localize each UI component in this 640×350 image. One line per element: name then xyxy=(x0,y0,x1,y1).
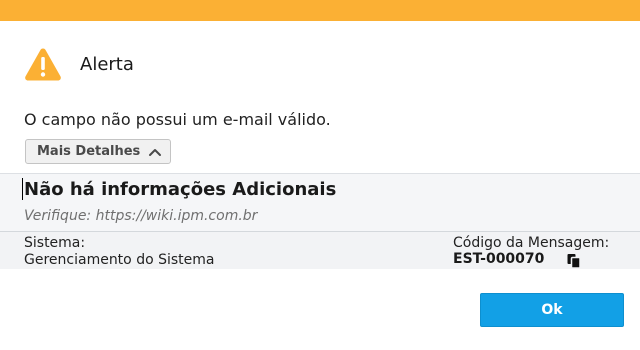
dialog-top-bar xyxy=(0,0,640,21)
details-panel: Não há informações Adicionais Verifique:… xyxy=(0,173,640,269)
verify-link-text: Verifique: https://wiki.ipm.com.br xyxy=(24,208,258,224)
alert-message: O campo não possui um e-mail válido. xyxy=(24,110,331,129)
dialog-header: Alerta xyxy=(24,46,134,82)
message-code-label: Código da Mensagem: xyxy=(453,235,610,251)
more-details-button[interactable]: Mais Detalhes xyxy=(25,139,171,164)
copy-icon[interactable] xyxy=(566,253,582,269)
system-value: Gerenciamento do Sistema xyxy=(24,252,215,268)
more-details-label: Mais Detalhes xyxy=(37,144,141,159)
text-cursor xyxy=(22,178,23,200)
system-label: Sistema: xyxy=(24,235,86,251)
warning-triangle-icon xyxy=(25,48,61,81)
chevron-up-icon xyxy=(149,148,162,156)
message-code-value: EST-000070 xyxy=(453,251,545,267)
dialog-title: Alerta xyxy=(80,53,134,75)
no-info-heading: Não há informações Adicionais xyxy=(24,179,337,200)
system-info-row: Sistema: Gerenciamento do Sistema Código… xyxy=(0,231,640,269)
ok-button[interactable]: Ok xyxy=(480,293,624,327)
